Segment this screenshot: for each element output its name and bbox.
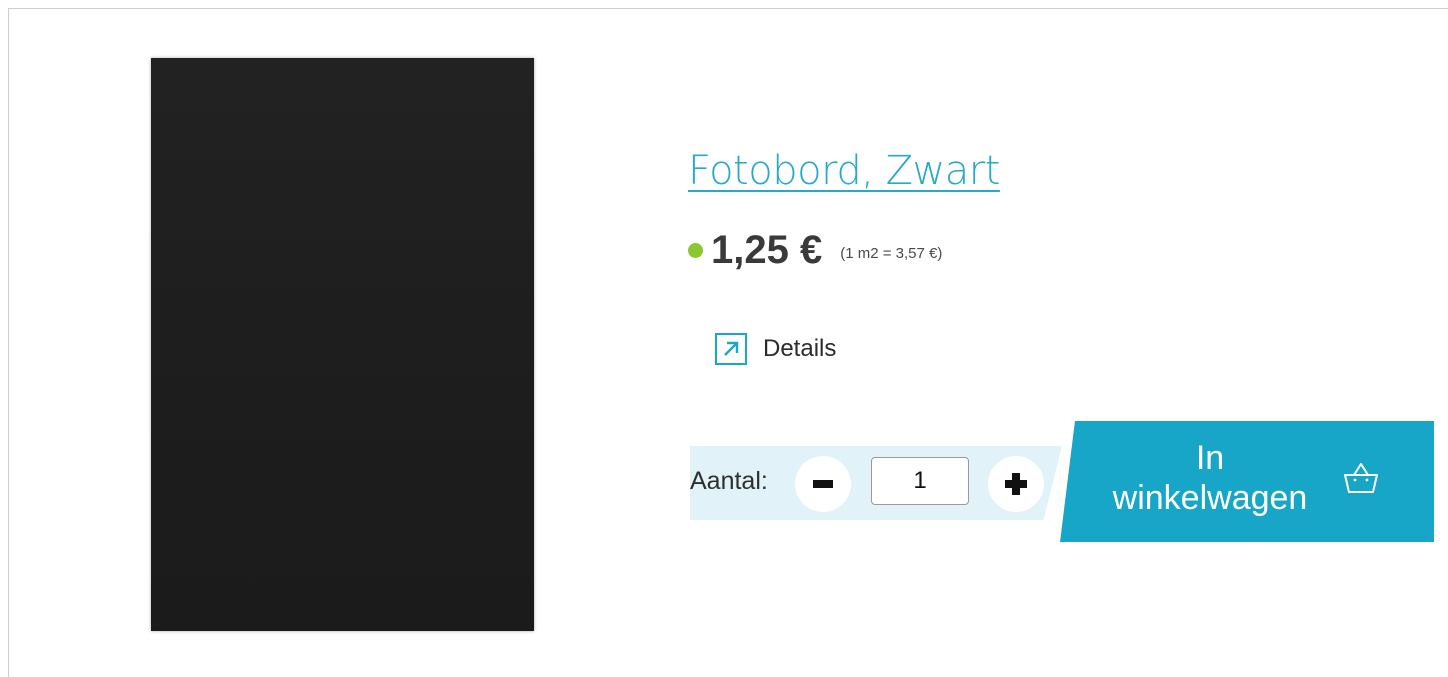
details-label: Details	[763, 335, 837, 362]
basket-icon	[1343, 461, 1379, 498]
product-price: 1,25 €	[711, 228, 823, 272]
plus-icon	[1005, 473, 1027, 495]
add-to-cart-label: In winkelwagen	[1112, 439, 1308, 517]
add-to-cart-button[interactable]: In winkelwagen	[1060, 421, 1434, 542]
quantity-label: Aantal:	[690, 467, 768, 495]
product-image[interactable]	[151, 58, 534, 631]
minus-icon	[813, 480, 833, 488]
increment-button[interactable]	[988, 456, 1044, 512]
price-row: 1,25 € (1 m2 = 3,57 €)	[688, 228, 942, 273]
quantity-input[interactable]	[871, 457, 969, 505]
product-title-link[interactable]: Fotobord, Zwart	[688, 148, 1000, 194]
details-link[interactable]: Details	[715, 333, 836, 365]
unit-price: (1 m2 = 3,57 €)	[840, 245, 943, 262]
stock-indicator	[688, 243, 703, 258]
decrement-button[interactable]	[795, 456, 851, 512]
external-arrow-icon	[715, 333, 747, 365]
